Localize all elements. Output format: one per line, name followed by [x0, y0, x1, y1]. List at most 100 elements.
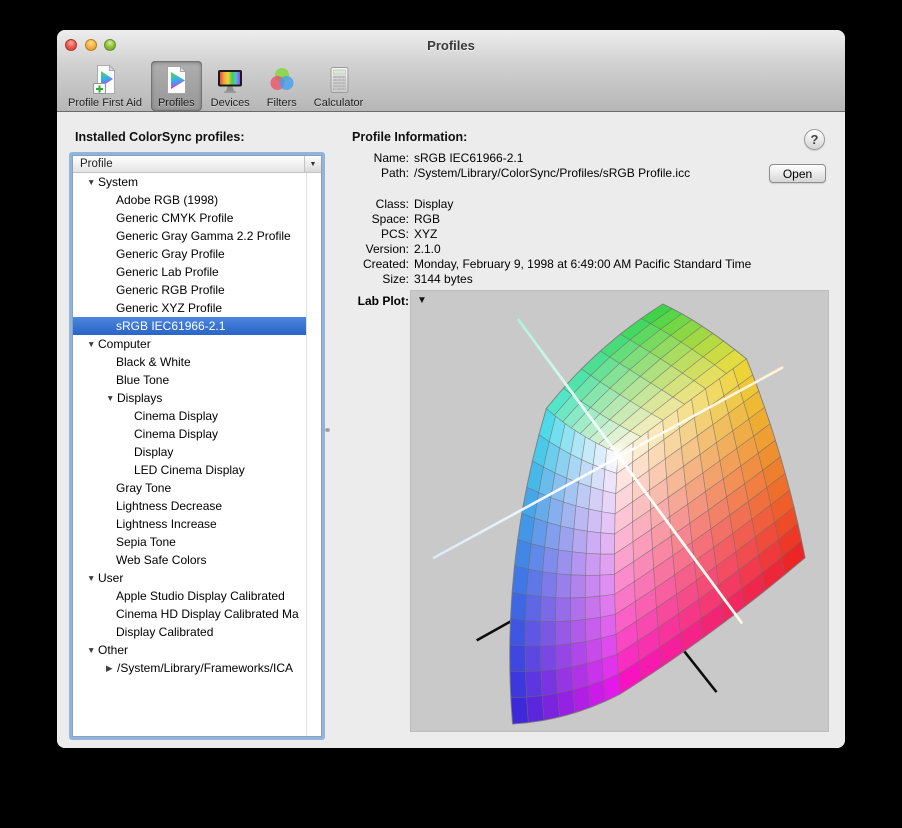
tree-item-label: Cinema Display — [134, 427, 218, 441]
tree-item-0[interactable]: ▼System — [73, 173, 306, 191]
toolbar-item-label: Profile First Aid — [68, 97, 142, 109]
tree-item-label: Other — [98, 643, 128, 657]
tree-item-3[interactable]: Generic Gray Gamma 2.2 Profile — [73, 227, 306, 245]
toolbar-item-filters[interactable]: Filters — [259, 61, 305, 111]
disclosure-triangle-icon[interactable]: ▼ — [87, 178, 98, 187]
column-options-button[interactable]: ▼ — [304, 156, 321, 172]
tree-item-19[interactable]: Lightness Increase — [73, 515, 306, 533]
list-scrollbar[interactable] — [306, 173, 321, 736]
disclosure-triangle-icon[interactable]: ▶ — [106, 664, 117, 673]
tree-item-label: Cinema Display — [134, 409, 218, 423]
tree-item-label: Web Safe Colors — [116, 553, 207, 567]
open-button[interactable]: Open — [769, 164, 826, 183]
tree-item-18[interactable]: Lightness Decrease — [73, 497, 306, 515]
lab-plot-canvas[interactable] — [411, 291, 828, 731]
tree-item-27[interactable]: ▶/System/Library/Frameworks/ICA — [73, 659, 306, 677]
disclosure-triangle-icon[interactable]: ▼ — [87, 340, 98, 349]
tree-item-21[interactable]: Web Safe Colors — [73, 551, 306, 569]
tree-item-label: Black & White — [116, 355, 191, 369]
filters-icon — [266, 64, 298, 96]
toolbar-item-label: Devices — [211, 97, 250, 109]
title-bar[interactable]: Profiles Profile First Aid Profil — [57, 30, 845, 112]
info-field-row: Class: Display — [352, 196, 751, 211]
window-content: Installed ColorSync profiles: Profile ▼ … — [57, 113, 845, 748]
profile-column-header[interactable]: Profile ▼ — [73, 156, 321, 173]
disclosure-triangle-icon[interactable]: ▼ — [87, 646, 98, 655]
plot-type-dropdown[interactable]: ▼ — [417, 295, 427, 306]
field-value: 3144 bytes — [414, 272, 473, 286]
field-label: Version: — [352, 242, 409, 256]
tree-item-label: sRGB IEC61966-2.1 — [116, 319, 225, 333]
tree-item-15[interactable]: Display — [73, 443, 306, 461]
tree-item-label: Sepia Tone — [116, 535, 176, 549]
field-value: sRGB IEC61966-2.1 — [414, 151, 523, 165]
tree-item-24[interactable]: Cinema HD Display Calibrated Ma — [73, 605, 306, 623]
b-axis-tick-right — [683, 649, 717, 692]
tree-item-label: Generic Gray Gamma 2.2 Profile — [116, 229, 291, 243]
field-value: RGB — [414, 212, 440, 226]
tree-item-label: System — [98, 175, 138, 189]
info-field-row: Path:/System/Library/ColorSync/Profiles/… — [352, 165, 751, 180]
profile-list: Profile ▼ ▼SystemAdobe RGB (1998)Generic… — [72, 155, 322, 737]
tree-item-5[interactable]: Generic Lab Profile — [73, 263, 306, 281]
disclosure-triangle-icon[interactable]: ▼ — [106, 394, 117, 403]
info-field-row: PCS:XYZ — [352, 226, 751, 241]
tree-item-2[interactable]: Generic CMYK Profile — [73, 209, 306, 227]
tree-item-label: User — [98, 571, 123, 585]
tree-item-14[interactable]: Cinema Display — [73, 425, 306, 443]
field-value: XYZ — [414, 227, 437, 241]
tree-item-label: Apple Studio Display Calibrated — [116, 589, 285, 603]
tree-item-label: Adobe RGB (1998) — [116, 193, 218, 207]
profile-first-aid-icon — [89, 64, 121, 96]
toolbar-item-profile-first-aid[interactable]: Profile First Aid — [61, 61, 149, 111]
field-label: Class: — [352, 197, 409, 211]
b-axis-tick-left — [477, 621, 511, 640]
help-button[interactable]: ? — [804, 129, 825, 150]
tree-item-9[interactable]: ▼Computer — [73, 335, 306, 353]
disclosure-triangle-icon[interactable]: ▼ — [87, 574, 98, 583]
tree-item-label: LED Cinema Display — [134, 463, 245, 477]
tree-item-26[interactable]: ▼Other — [73, 641, 306, 659]
tree-item-16[interactable]: LED Cinema Display — [73, 461, 306, 479]
toolbar-item-label: Calculator — [314, 97, 364, 109]
colorsync-profiles-window: Profiles Profile First Aid Profil — [57, 30, 845, 748]
toolbar-item-devices[interactable]: Devices — [204, 61, 257, 111]
toolbar-item-calculator[interactable]: Calculator — [307, 61, 371, 111]
field-label: Name: — [352, 151, 409, 165]
splitter-grabber[interactable] — [325, 428, 330, 432]
tree-item-label: Lightness Decrease — [116, 499, 222, 513]
tree-item-7[interactable]: Generic XYZ Profile — [73, 299, 306, 317]
tree-item-23[interactable]: Apple Studio Display Calibrated — [73, 587, 306, 605]
tree-item-6[interactable]: Generic RGB Profile — [73, 281, 306, 299]
info-field-row: Created:Monday, February 9, 1998 at 6:49… — [352, 256, 751, 271]
tree-item-17[interactable]: Gray Tone — [73, 479, 306, 497]
tree-item-label: Generic CMYK Profile — [116, 211, 233, 225]
profile-information-heading: Profile Information: — [352, 130, 467, 144]
profiles-icon — [160, 64, 192, 96]
tree-item-label: Gray Tone — [116, 481, 171, 495]
toolbar-item-profiles[interactable]: Profiles — [151, 61, 202, 111]
lab-plot-area[interactable]: ▼ — [410, 290, 829, 732]
tree-item-12[interactable]: ▼Displays — [73, 389, 306, 407]
toolbar-item-label: Profiles — [158, 97, 195, 109]
tree-item-20[interactable]: Sepia Tone — [73, 533, 306, 551]
lab-plot-label: Lab Plot: — [352, 294, 409, 308]
tree-item-8[interactable]: sRGB IEC61966-2.1 — [73, 317, 306, 335]
field-value: Display — [414, 197, 453, 211]
tree-item-1[interactable]: Adobe RGB (1998) — [73, 191, 306, 209]
field-label: Path: — [352, 166, 409, 180]
window-title: Profiles — [57, 38, 845, 53]
tree-item-label: Display Calibrated — [116, 625, 213, 639]
tree-item-10[interactable]: Black & White — [73, 353, 306, 371]
info-field-row: Size:3144 bytes — [352, 271, 751, 286]
tree-item-13[interactable]: Cinema Display — [73, 407, 306, 425]
info-field-row: Space:RGB — [352, 211, 751, 226]
profile-tree: ▼SystemAdobe RGB (1998)Generic CMYK Prof… — [73, 173, 306, 736]
tree-item-4[interactable]: Generic Gray Profile — [73, 245, 306, 263]
tree-item-11[interactable]: Blue Tone — [73, 371, 306, 389]
tree-item-25[interactable]: Display Calibrated — [73, 623, 306, 641]
tree-item-label: Display — [134, 445, 173, 459]
tree-item-22[interactable]: ▼User — [73, 569, 306, 587]
tree-item-label: Computer — [98, 337, 151, 351]
toolbar: Profile First Aid Profiles Devices — [61, 61, 370, 111]
